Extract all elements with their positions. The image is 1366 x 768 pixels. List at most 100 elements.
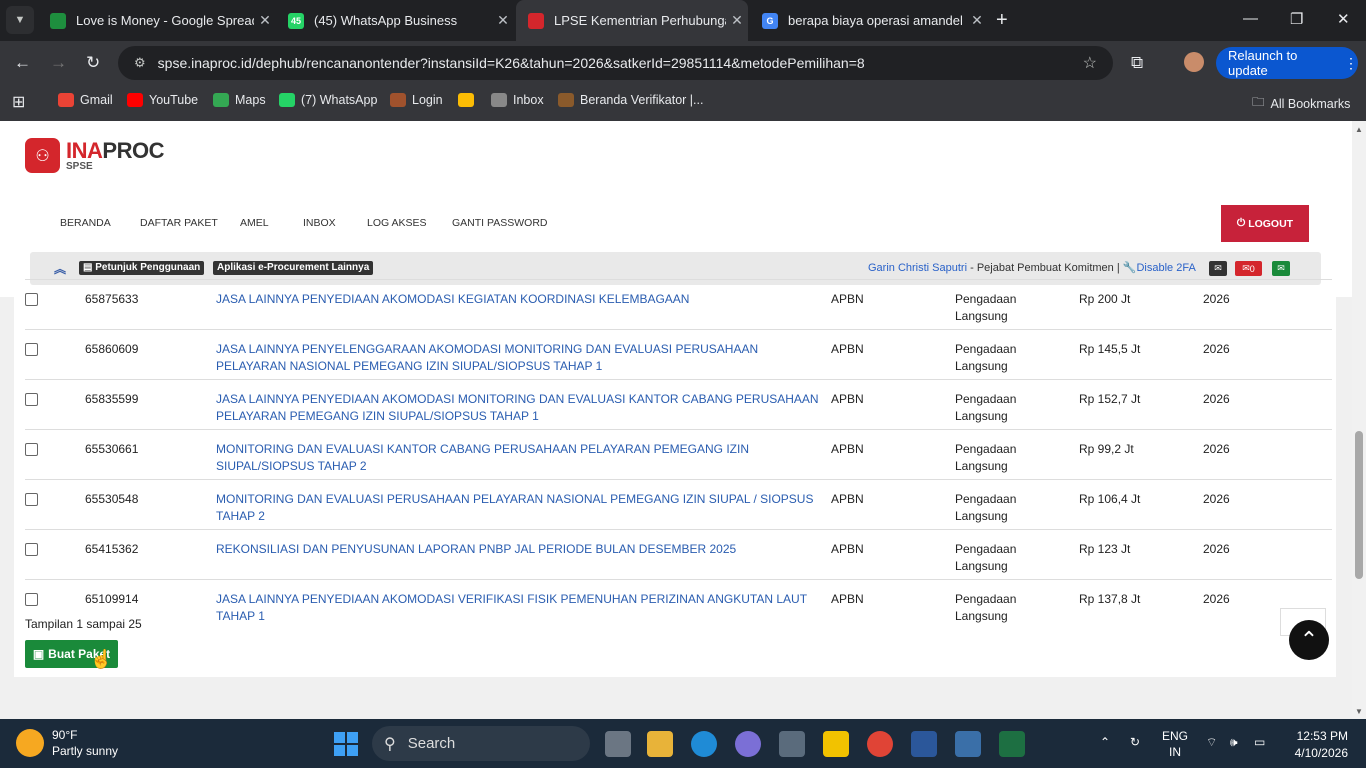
row-name-link[interactable]: MONITORING DAN EVALUASI KANTOR CABANG PE… [216, 429, 831, 480]
scroll-to-top-icon[interactable]: ⌃ [1289, 620, 1329, 660]
bookmark-item-3[interactable]: (7) WhatsApp [279, 93, 377, 107]
tab-close-icon[interactable]: ✕ [492, 12, 514, 29]
menu-log-akses[interactable]: LOG AKSES [367, 217, 427, 229]
row-checkbox[interactable] [25, 529, 85, 580]
excel-icon[interactable] [999, 731, 1025, 757]
chrome-icon[interactable] [867, 731, 893, 757]
bookmark-item-5[interactable] [458, 93, 480, 107]
row-checkbox[interactable] [25, 429, 85, 480]
inbox-open-icon[interactable]: ✉ [1272, 261, 1290, 276]
profile-avatar[interactable] [1184, 52, 1204, 72]
taskbar-search[interactable]: ⚲ Search [372, 726, 590, 761]
browser-tab-3[interactable]: Gberapa biaya operasi amandel - ✕ [750, 0, 988, 41]
tab-close-icon[interactable]: ✕ [726, 12, 748, 29]
checkbox[interactable] [25, 293, 38, 306]
file-explorer-icon[interactable] [647, 731, 673, 757]
extensions-icon[interactable]: ⧉ [1131, 53, 1143, 73]
close-window-button[interactable]: ✕ [1337, 10, 1350, 28]
tab-close-icon[interactable]: ✕ [966, 12, 988, 29]
apps-grid-icon[interactable]: ⊞ [12, 92, 25, 112]
checkbox[interactable] [25, 593, 38, 606]
forward-icon[interactable]: → [50, 53, 67, 73]
row-name-link[interactable]: JASA LAINNYA PENYEDIAAN AKOMODASI KEGIAT… [216, 279, 831, 330]
camera-icon[interactable] [779, 731, 805, 757]
row-source: APBN [831, 379, 955, 430]
aplikasi-badge[interactable]: Aplikasi e-Procurement Lainnya [213, 261, 374, 275]
bookmark-item-0[interactable]: Gmail [58, 93, 113, 107]
bookmark-item-6[interactable]: Inbox [491, 93, 544, 107]
menu-beranda[interactable]: BERANDA [60, 217, 111, 229]
row-name-link[interactable]: JASA LAINNYA PENYEDIAAN AKOMODASI VERIFI… [216, 579, 831, 629]
disable-2fa-link[interactable]: 🔧Disable 2FA [1123, 262, 1196, 274]
checkbox[interactable] [25, 443, 38, 456]
tab-favicon-icon [528, 12, 544, 29]
row-name-link[interactable]: REKONSILIASI DAN PENYUSUNAN LAPORAN PNBP… [216, 529, 831, 580]
petunjuk-badge[interactable]: ▤ Petunjuk Penggunaan [79, 261, 205, 275]
menu-ganti-password[interactable]: GANTI PASSWORD [452, 217, 547, 229]
menu-inbox[interactable]: INBOX [303, 217, 336, 229]
scroll-down-icon[interactable]: ▼ [1355, 707, 1363, 716]
edge-icon[interactable] [691, 731, 717, 757]
scroll-up-icon[interactable]: ▲ [1355, 125, 1363, 134]
row-checkbox[interactable] [25, 379, 85, 430]
maximize-button[interactable]: ❐ [1290, 10, 1303, 28]
row-name-link[interactable]: JASA LAINNYA PENYEDIAAN AKOMODASI MONITO… [216, 379, 831, 430]
mail-count-badge[interactable]: ✉ 0 [1235, 261, 1262, 276]
app-icon[interactable] [735, 731, 761, 757]
volume-icon[interactable]: 🕪 [1230, 734, 1238, 750]
tab-search-button[interactable]: ▼ [6, 6, 34, 34]
system-clock[interactable]: 12:53 PM 4/10/2026 [1290, 728, 1348, 762]
browser-tab-0[interactable]: Love is Money - Google Spread ✕ [38, 0, 276, 41]
page-scrollbar[interactable]: ▲ ▼ [1352, 121, 1366, 719]
word-icon[interactable] [911, 731, 937, 757]
tray-chevron-icon[interactable]: ⌃ [1100, 734, 1110, 750]
bookmark-item-2[interactable]: Maps [213, 93, 266, 107]
row-checkbox[interactable] [25, 279, 85, 330]
sticky-notes-icon[interactable] [823, 731, 849, 757]
bookmark-item-7[interactable]: Beranda Verifikator |... [558, 93, 703, 107]
user-name[interactable]: Garin Christi Saputri [868, 262, 967, 274]
task-view-icon[interactable] [605, 731, 631, 757]
table-row: 65530661 MONITORING DAN EVALUASI KANTOR C… [25, 429, 1332, 480]
bookmark-item-4[interactable]: Login [390, 93, 443, 107]
bookmark-star-icon[interactable]: ☆ [1083, 53, 1097, 73]
scrollbar-thumb[interactable] [1355, 431, 1363, 579]
mail-icon [491, 93, 507, 107]
logout-button[interactable]: ⏻ LOGOUT [1221, 205, 1309, 242]
bookmark-item-1[interactable]: YouTube [127, 93, 198, 107]
row-checkbox[interactable] [25, 479, 85, 530]
browser-tab-2[interactable]: LPSE Kementrian Perhubungan ✕ [516, 0, 748, 41]
checkbox[interactable] [25, 493, 38, 506]
calculator-icon[interactable] [955, 731, 981, 757]
new-tab-button[interactable]: + [996, 9, 1008, 32]
tab-title: berapa biaya operasi amandel - [788, 13, 966, 28]
row-name-link[interactable]: MONITORING DAN EVALUASI PERUSAHAAN PELAY… [216, 479, 831, 530]
minimize-button[interactable]: — [1243, 10, 1258, 27]
battery-icon[interactable]: ▭ [1254, 734, 1265, 750]
weather-widget[interactable]: 90°F Partly sunny [16, 727, 118, 759]
checkbox[interactable] [25, 393, 38, 406]
inaproc-logo[interactable]: ⚇ INAPROC SPSE [25, 138, 164, 173]
address-bar[interactable]: ⚙ spse.inaproc.id/dephub/rencananontende… [118, 46, 1113, 80]
checkbox[interactable] [25, 543, 38, 556]
row-pagu: Rp 152,7 Jt [1079, 379, 1203, 430]
menu-daftar-paket[interactable]: DAFTAR PAKET [140, 217, 218, 229]
row-method: Pengadaan Langsung [955, 279, 1079, 330]
language-indicator[interactable]: ENG IN [1162, 728, 1188, 760]
relaunch-button[interactable]: Relaunch to update ⋮ [1216, 47, 1358, 79]
back-icon[interactable]: ← [14, 53, 31, 73]
sync-icon[interactable]: ↻ [1130, 734, 1140, 750]
all-bookmarks-button[interactable]: 🗀 All Bookmarks [1252, 93, 1350, 114]
site-info-icon[interactable]: ⚙ [134, 55, 146, 71]
reload-icon[interactable]: ↻ [86, 53, 100, 73]
checkbox[interactable] [25, 343, 38, 356]
wifi-icon[interactable]: ⌔ [1206, 734, 1217, 750]
row-name-link[interactable]: JASA LAINNYA PENYELENGGARAAN AKOMODASI M… [216, 329, 831, 380]
menu-amel[interactable]: AMEL [240, 217, 269, 229]
chevron-up-icon[interactable]: ︽ [54, 260, 66, 277]
tab-close-icon[interactable]: ✕ [254, 12, 276, 29]
row-checkbox[interactable] [25, 329, 85, 380]
browser-tab-1[interactable]: 45 (45) WhatsApp Business ✕ [276, 0, 514, 41]
message-icon[interactable]: ✉ [1209, 261, 1227, 276]
windows-start-icon[interactable] [334, 732, 358, 756]
